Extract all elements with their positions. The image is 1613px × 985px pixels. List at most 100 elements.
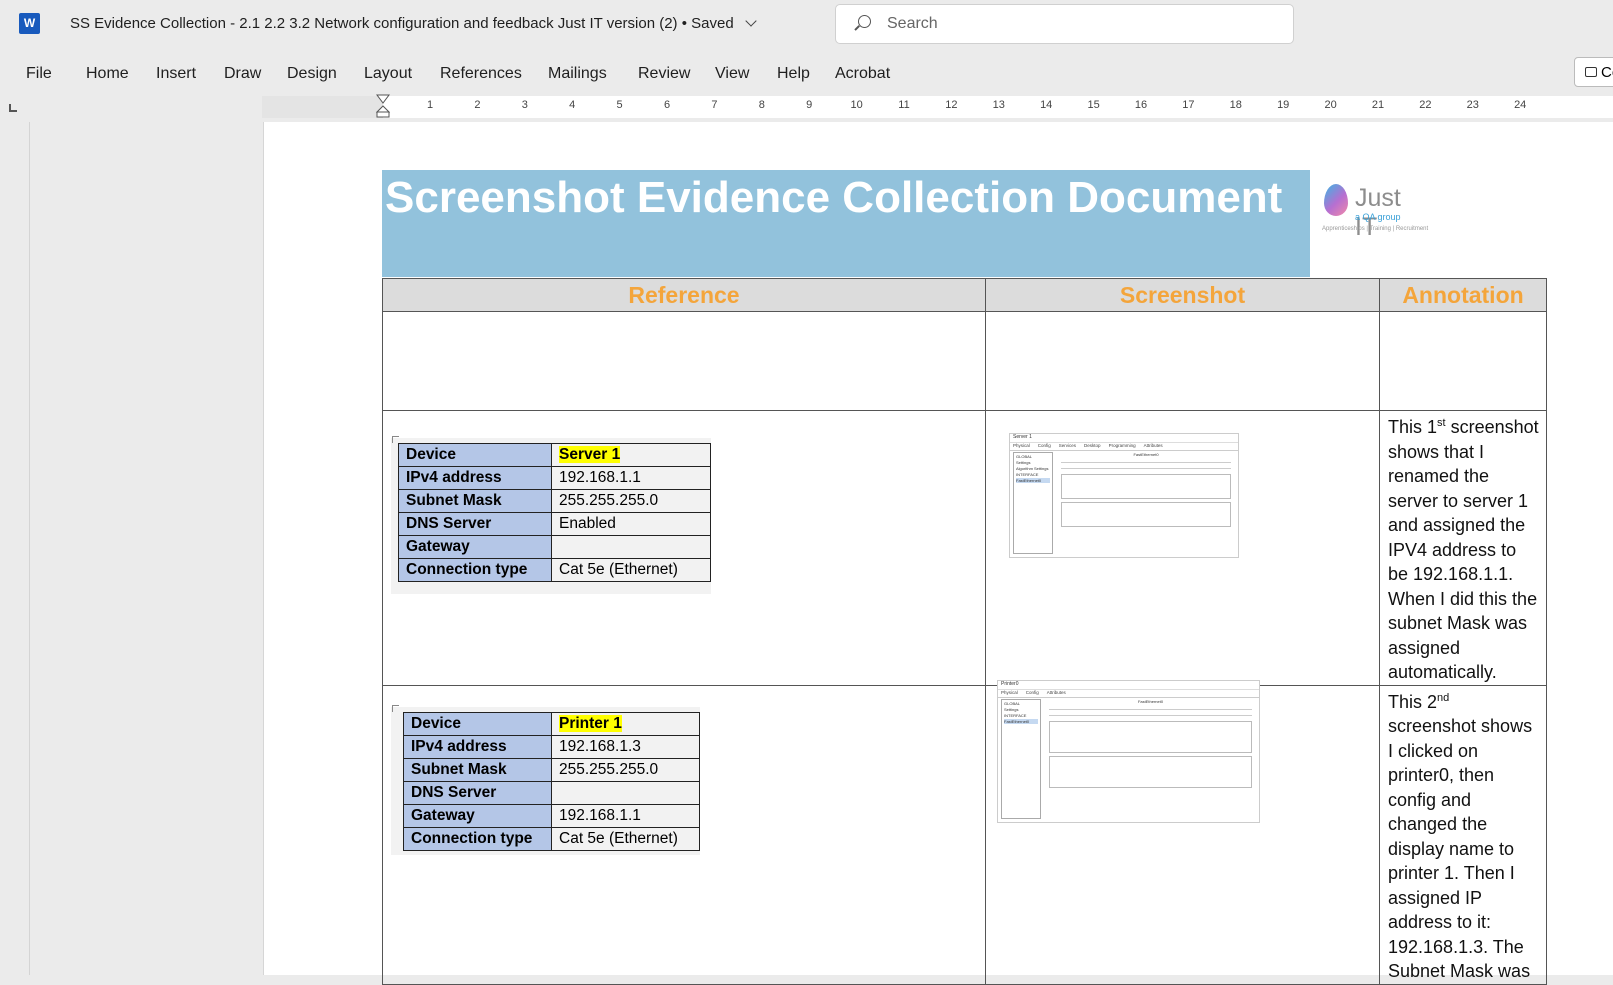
tab-home[interactable]: Home <box>86 65 129 83</box>
ref-value <box>551 535 711 559</box>
device-name: Printer 1 <box>559 715 622 732</box>
ref-key: Device <box>403 712 552 736</box>
ref-value: Enabled <box>551 512 711 536</box>
search-input[interactable]: Search <box>887 15 938 33</box>
reference-table-server: Device Server 1 IPv4 address 192.168.1.1 S… <box>398 443 711 582</box>
ribbon-tabs: File Home Insert Draw Design Layout Refe… <box>0 56 1613 92</box>
ref-key: Gateway <box>403 804 552 828</box>
screenshot-image-printer[interactable]: Printer0 Physical Config Attributes GLOBAL… <box>997 680 1260 823</box>
header-screenshot[interactable]: Screenshot <box>985 278 1380 312</box>
logo-tagline: Apprenticeships | Training | Recruitment <box>1322 226 1429 232</box>
ref-key: IPv4 address <box>403 735 552 759</box>
tab-view[interactable]: View <box>715 65 749 83</box>
screenshot-image-server[interactable]: Server 1 Physical Config Services Desktop Pr… <box>1009 433 1239 558</box>
tab-insert[interactable]: Insert <box>156 65 196 83</box>
ruler-number: 24 <box>1514 99 1527 111</box>
ref-key: Connection type <box>403 827 552 851</box>
ruler-number: 17 <box>1182 99 1195 111</box>
header-annotation[interactable]: Annotation <box>1379 278 1547 312</box>
reference-table-printer: Device Printer 1 IPv4 address 192.168.1.3 … <box>403 712 700 851</box>
search-icon <box>858 15 871 28</box>
ruler-number: 1 <box>426 99 434 111</box>
ruler-number: 14 <box>1040 99 1053 111</box>
tab-help[interactable]: Help <box>777 65 810 83</box>
word-app-icon[interactable]: W <box>19 13 40 34</box>
comment-icon <box>1585 67 1597 77</box>
horizontal-ruler[interactable]: 1 2 3 4 5 6 7 8 9 10 11 12 13 14 15 16 17 18 19 20 21 22 23 24 <box>262 96 1613 118</box>
ref-key: IPv4 address <box>398 466 552 490</box>
annotation-cell[interactable]: This 1st screenshot shows that I renamed… <box>1379 410 1547 686</box>
annotation-cell[interactable]: This 2nd screenshot shows I clicked on p… <box>1379 684 1547 985</box>
ruler-number: 11 <box>898 99 910 111</box>
ruler-number: 22 <box>1419 99 1432 111</box>
ruler-number: 13 <box>992 99 1005 111</box>
shot-tabs: Physical Config Services Desktop Programming… <box>1010 443 1238 451</box>
ruler-number: 20 <box>1324 99 1337 111</box>
annotation-text: screenshot shows I clicked on printer0, … <box>1388 716 1533 981</box>
ruler-number: 8 <box>758 99 765 111</box>
left-margin-pane <box>0 122 30 975</box>
ref-value: 255.255.255.0 <box>551 758 700 782</box>
empty-cell[interactable] <box>382 311 986 411</box>
evidence-table: Reference Screenshot Annotation This 1st… <box>382 278 1547 985</box>
header-reference[interactable]: Reference <box>382 278 986 312</box>
ruler-number: 18 <box>1229 99 1242 111</box>
ruler-row: 1 2 3 4 5 6 7 8 9 10 11 12 13 14 15 16 17 18 19 20 21 22 23 24 <box>0 94 1613 120</box>
ref-key: DNS Server <box>403 781 552 805</box>
ref-value: 192.168.1.1 <box>551 804 700 828</box>
document-title[interactable]: SS Evidence Collection - 2.1 2.2 3.2 Net… <box>70 15 757 32</box>
ref-key: Device <box>398 443 552 467</box>
ref-value <box>551 781 700 805</box>
empty-cell[interactable] <box>1379 311 1547 411</box>
annotation-text: This 1 <box>1388 417 1438 437</box>
title-bar: W SS Evidence Collection - 2.1 2.2 3.2 N… <box>0 0 1613 48</box>
tab-mailings[interactable]: Mailings <box>548 65 607 83</box>
tab-references[interactable]: References <box>440 65 522 83</box>
ruler-number: 16 <box>1134 99 1148 111</box>
shot-panel: FastEthernet0 <box>1057 452 1235 554</box>
tab-acrobat[interactable]: Acrobat <box>835 65 890 83</box>
table-row <box>382 311 1547 411</box>
ruler-number: 9 <box>806 99 813 111</box>
tab-draw[interactable]: Draw <box>224 65 261 83</box>
device-name: Server 1 <box>559 446 621 463</box>
ref-key: DNS Server <box>398 512 552 536</box>
annotation-text: This 2 <box>1388 691 1438 712</box>
shot-sidebar: GLOBAL Settings INTERFACE FastEthernet0 <box>1001 699 1041 819</box>
ruler-left-margin <box>262 96 383 118</box>
document-heading[interactable]: Screenshot Evidence Collection Document <box>385 171 1305 225</box>
tab-layout[interactable]: Layout <box>364 65 412 83</box>
ref-key: Subnet Mask <box>403 758 552 782</box>
comments-label: Co <box>1601 64 1613 81</box>
ref-value: Cat 5e (Ethernet) <box>551 558 711 582</box>
tab-stop-selector[interactable] <box>9 104 17 112</box>
ref-key: Subnet Mask <box>398 489 552 513</box>
tab-review[interactable]: Review <box>638 65 690 83</box>
comments-button[interactable]: Co <box>1574 57 1613 87</box>
ruler-number: 15 <box>1087 99 1100 111</box>
tab-file[interactable]: File <box>26 65 52 83</box>
empty-cell[interactable] <box>985 311 1380 411</box>
shot-tabs: Physical Config Attributes <box>998 690 1259 698</box>
ref-value: Printer 1 <box>551 712 700 736</box>
ruler-number: 23 <box>1466 99 1479 111</box>
ref-value: Cat 5e (Ethernet) <box>551 827 700 851</box>
ruler-number: 3 <box>521 99 528 111</box>
indent-marker[interactable] <box>376 94 390 118</box>
anchor-icon <box>392 705 399 712</box>
ref-value: 255.255.255.0 <box>551 489 711 513</box>
anchor-icon <box>392 436 399 443</box>
shot-titlebar: Server 1 <box>1010 434 1238 443</box>
shot-panel: FastEthernet0 <box>1045 699 1256 819</box>
ruler-number: 4 <box>569 99 576 111</box>
ruler-number: 21 <box>1371 99 1385 111</box>
ruler-number: 12 <box>945 99 958 111</box>
search-box[interactable]: Search <box>835 4 1294 44</box>
saved-status: • Saved <box>681 15 734 32</box>
document-name: SS Evidence Collection - 2.1 2.2 3.2 Net… <box>70 15 678 32</box>
tab-design[interactable]: Design <box>287 65 337 83</box>
table-header-row: Reference Screenshot Annotation <box>382 278 1547 312</box>
just-it-logo: Just IT a QA group Apprenticeships | Tra… <box>1322 182 1428 246</box>
chevron-down-icon[interactable] <box>745 15 757 27</box>
ref-key: Gateway <box>398 535 552 559</box>
